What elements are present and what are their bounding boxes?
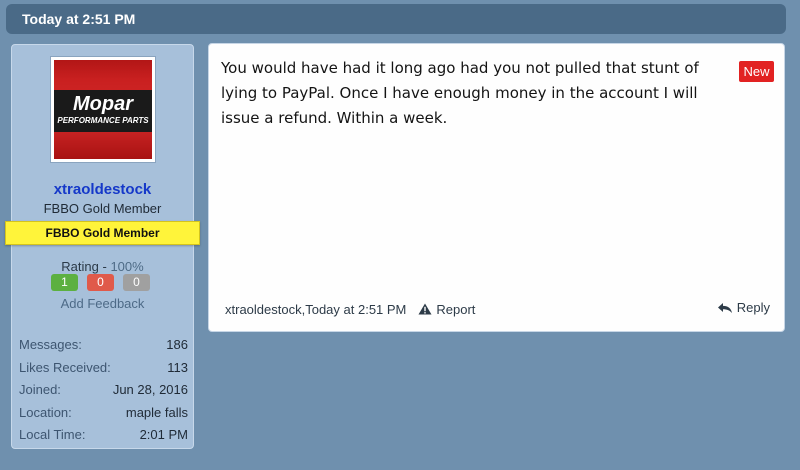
stat-joined: Joined: Jun 28, 2016	[19, 382, 188, 397]
stat-location: Location: maple falls	[19, 404, 188, 420]
post-author-link[interactable]: xtraoldestock	[225, 302, 302, 317]
new-badge: New	[739, 61, 774, 82]
avatar-logo-subtext: PERFORMANCE PARTS	[57, 116, 149, 125]
user-info-panel: Mopar PERFORMANCE PARTS xtraoldestock FB…	[5, 44, 200, 449]
post-message: You would have had it long ago had you n…	[208, 43, 785, 332]
user-title: FBBO Gold Member	[43, 201, 162, 216]
warning-triangle-icon	[418, 303, 432, 315]
stat-local-time: Local Time: 2:01 PM	[19, 427, 188, 442]
post-footer: xtraoldestock, Today at 2:51 PM Report R…	[225, 300, 770, 318]
post-body: You would have had it long ago had you n…	[221, 59, 699, 127]
reply-button[interactable]: Reply	[717, 300, 770, 315]
report-button[interactable]: Report	[418, 302, 475, 317]
rating: Rating - 100%	[12, 259, 193, 274]
neutral-rating-count[interactable]: 0	[123, 274, 150, 291]
rating-label: Rating -	[61, 259, 111, 274]
username-link[interactable]: xtraoldestock	[12, 181, 193, 198]
post-date: Today at 2:51 PM	[22, 11, 136, 27]
rating-percent: 100%	[110, 259, 144, 274]
negative-rating-count[interactable]: 0	[87, 274, 114, 291]
stat-likes-received: Likes Received: 113	[19, 359, 188, 375]
reply-label: Reply	[736, 300, 770, 315]
avatar[interactable]: Mopar PERFORMANCE PARTS	[50, 56, 156, 163]
avatar-logo-text: Mopar	[73, 93, 133, 115]
post-timestamp-link[interactable]: Today at 2:51 PM	[305, 302, 406, 317]
post-date-bar: Today at 2:51 PM	[6, 4, 786, 34]
avatar-image: Mopar PERFORMANCE PARTS	[54, 60, 152, 159]
add-feedback-link[interactable]: Add Feedback	[12, 296, 193, 311]
report-label: Report	[436, 301, 476, 317]
stat-messages: Messages: 186	[19, 337, 188, 352]
reply-arrow-icon	[717, 302, 732, 313]
user-stats: Messages: 186 Likes Received: 113 Joined…	[19, 334, 188, 447]
positive-rating-count[interactable]: 1	[51, 274, 78, 291]
gold-member-banner: FBBO Gold Member	[5, 221, 200, 245]
rating-counts: 1 0 0	[51, 274, 161, 292]
